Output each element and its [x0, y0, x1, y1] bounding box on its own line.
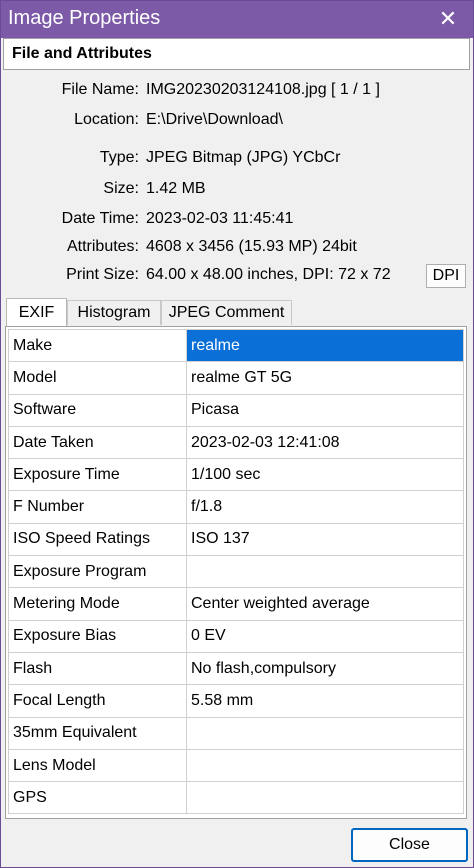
table-row[interactable]: Make realme	[8, 328, 464, 363]
exif-table: Make realme Model realme GT 5G Software Pic…	[8, 328, 464, 815]
location-value: E:\Drive\Download\	[146, 111, 283, 128]
exif-key: Metering Mode	[8, 587, 187, 621]
file-name-row: File Name: IMG20230203124108.jpg [ 1 / 1…	[1, 81, 474, 105]
tab-strip: EXIF Histogram JPEG Comment	[1, 298, 474, 327]
exif-value: 5.58 mm	[186, 684, 464, 718]
exif-key: Lens Model	[8, 748, 187, 783]
type-value: JPEG Bitmap (JPG) YCbCr	[146, 149, 341, 166]
title-bar[interactable]: Image Properties ✕	[1, 1, 473, 38]
exif-key: GPS	[8, 781, 187, 815]
exif-value: realme GT 5G	[186, 361, 464, 395]
exif-grid[interactable]: Make realme Model realme GT 5G Software Pic…	[5, 326, 467, 819]
table-row[interactable]: F Number f/1.8	[8, 490, 464, 524]
image-properties-window: Image Properties ✕ File and Attributes F…	[0, 0, 474, 868]
table-row[interactable]: 35mm Equivalent	[8, 716, 464, 750]
table-row[interactable]: Software Picasa	[8, 393, 464, 427]
table-row[interactable]: ISO Speed Ratings ISO 137	[8, 522, 464, 557]
table-row[interactable]: Lens Model	[8, 748, 464, 783]
exif-value	[186, 781, 464, 815]
table-row[interactable]: Exposure Time 1/100 sec	[8, 458, 464, 492]
print-size-label: Print Size:	[66, 266, 139, 283]
exif-value	[186, 555, 464, 589]
exif-key: Exposure Program	[8, 555, 187, 589]
exif-value: Picasa	[186, 393, 464, 427]
table-row[interactable]: Exposure Program	[8, 555, 464, 589]
exif-value: 1/100 sec	[186, 458, 464, 492]
print-size-value: 64.00 x 48.00 inches, DPI: 72 x 72	[146, 266, 391, 283]
file-name-label: File Name:	[61, 81, 139, 98]
location-label: Location:	[74, 111, 139, 128]
tab-jpeg-comment[interactable]: JPEG Comment	[161, 300, 292, 325]
exif-key: ISO Speed Ratings	[8, 522, 187, 557]
exif-key: Make	[8, 328, 187, 363]
size-row: Size: 1.42 MB	[1, 180, 474, 204]
exif-key: 35mm Equivalent	[8, 716, 187, 750]
attributes-row: Attributes: 4608 x 3456 (15.93 MP) 24bit	[1, 238, 474, 262]
exif-key: Focal Length	[8, 684, 187, 718]
date-time-label: Date Time:	[61, 210, 139, 227]
tab-exif[interactable]: EXIF	[6, 298, 67, 327]
exif-key: Date Taken	[8, 425, 187, 460]
exif-key: F Number	[8, 490, 187, 524]
attributes-label: Attributes:	[66, 238, 139, 255]
exif-key: Exposure Bias	[8, 619, 187, 653]
close-icon[interactable]: ✕	[437, 7, 459, 31]
table-row[interactable]: Exposure Bias 0 EV	[8, 619, 464, 653]
exif-key: Model	[8, 361, 187, 395]
file-name-value: IMG20230203124108.jpg [ 1 / 1 ]	[146, 81, 380, 98]
print-size-row: Print Size: 64.00 x 48.00 inches, DPI: 7…	[1, 266, 474, 290]
table-row[interactable]: GPS	[8, 781, 464, 815]
exif-value: 0 EV	[186, 619, 464, 653]
group-title: File and Attributes	[12, 45, 152, 62]
exif-key: Flash	[8, 651, 187, 686]
exif-value: No flash,compulsory	[186, 651, 464, 686]
size-label: Size:	[103, 180, 139, 197]
exif-value: realme	[186, 328, 464, 363]
table-row[interactable]: Date Taken 2023-02-03 12:41:08	[8, 425, 464, 460]
table-row[interactable]: Flash No flash,compulsory	[8, 651, 464, 686]
exif-value: ISO 137	[186, 522, 464, 557]
date-time-row: Date Time: 2023-02-03 11:45:41	[1, 210, 474, 234]
close-button[interactable]: Close	[351, 828, 468, 862]
exif-key: Exposure Time	[8, 458, 187, 492]
type-row: Type: JPEG Bitmap (JPG) YCbCr	[1, 149, 474, 173]
exif-value: Center weighted average	[186, 587, 464, 621]
table-row[interactable]: Metering Mode Center weighted average	[8, 587, 464, 621]
table-row[interactable]: Model realme GT 5G	[8, 361, 464, 395]
size-value: 1.42 MB	[146, 180, 206, 197]
window-title: Image Properties	[8, 7, 161, 29]
tab-histogram[interactable]: Histogram	[67, 300, 161, 325]
exif-value: 2023-02-03 12:41:08	[186, 425, 464, 460]
date-time-value: 2023-02-03 11:45:41	[146, 210, 294, 227]
table-row[interactable]: Focal Length 5.58 mm	[8, 684, 464, 718]
file-attributes-header: File and Attributes	[3, 38, 470, 70]
attributes-value: 4608 x 3456 (15.93 MP) 24bit	[146, 238, 357, 255]
exif-value: f/1.8	[186, 490, 464, 524]
dpi-button[interactable]: DPI	[426, 264, 466, 288]
exif-key: Software	[8, 393, 187, 427]
type-label: Type:	[99, 149, 139, 166]
exif-value	[186, 748, 464, 783]
location-row: Location: E:\Drive\Download\	[1, 111, 474, 135]
exif-value	[186, 716, 464, 750]
